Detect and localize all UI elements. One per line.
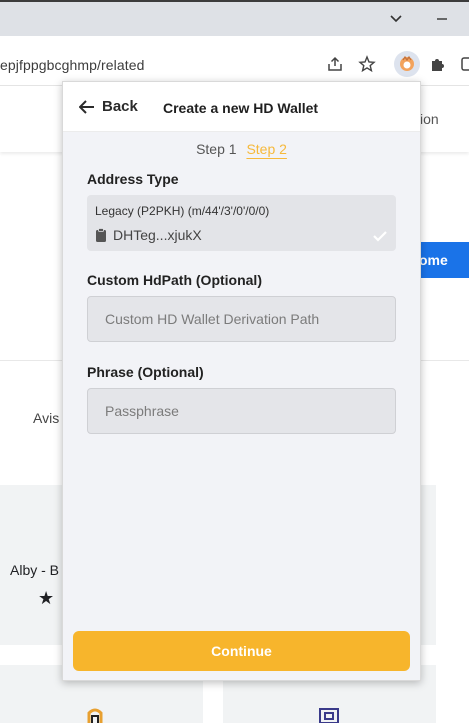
clipboard-icon[interactable] bbox=[95, 228, 107, 242]
wallet-popup: Back Create a new HD Wallet Step 1 Step … bbox=[62, 81, 421, 681]
step-2[interactable]: Step 2 bbox=[246, 141, 286, 157]
background-nav-text: ion bbox=[420, 111, 439, 127]
custom-hdpath-input[interactable] bbox=[87, 296, 396, 342]
popup-header: Back Create a new HD Wallet bbox=[63, 82, 420, 132]
address-type-option[interactable]: Legacy (P2PKH) (m/44'/3'/0'/0/0) DHTeg..… bbox=[87, 195, 396, 251]
address-type-text: Legacy (P2PKH) (m/44'/3'/0'/0/0) bbox=[95, 204, 270, 218]
custom-hdpath-label: Custom HdPath (Optional) bbox=[87, 272, 262, 288]
page-title: Create a new HD Wallet bbox=[163, 100, 319, 116]
address-value: DHTeg...xjukX bbox=[113, 227, 202, 243]
passphrase-input[interactable] bbox=[87, 388, 396, 434]
background-text-alby: Alby - B bbox=[10, 562, 60, 578]
phrase-label: Phrase (Optional) bbox=[87, 364, 204, 380]
step-1[interactable]: Step 1 bbox=[196, 141, 236, 157]
check-icon bbox=[373, 231, 387, 242]
side-panel-icon[interactable] bbox=[456, 53, 469, 75]
back-label: Back bbox=[102, 98, 138, 115]
minimize-icon[interactable] bbox=[430, 8, 454, 30]
rating-star-icon: ★ bbox=[38, 588, 55, 608]
back-button[interactable]: Back bbox=[79, 98, 138, 115]
arrow-left-icon bbox=[79, 99, 94, 114]
address-type-label: Address Type bbox=[87, 171, 179, 187]
browser-toolbar: epjfppgbcghmp/related bbox=[0, 36, 469, 86]
address-bar-url[interactable]: epjfppgbcghmp/related bbox=[0, 57, 145, 73]
share-icon[interactable] bbox=[324, 53, 346, 75]
wallet-extension-icon[interactable] bbox=[394, 51, 420, 77]
address-row: DHTeg...xjukX bbox=[95, 227, 202, 243]
background-text-avis: Avis bbox=[33, 410, 60, 426]
bookmark-star-icon[interactable] bbox=[356, 53, 378, 75]
browser-titlebar bbox=[0, 0, 469, 36]
tab-list-chevron-icon[interactable] bbox=[384, 8, 408, 30]
continue-button[interactable]: Continue bbox=[73, 631, 410, 671]
app-logo-icon bbox=[87, 708, 103, 723]
app-logo-icon bbox=[319, 708, 339, 723]
extensions-puzzle-icon[interactable] bbox=[427, 53, 449, 75]
step-indicator: Step 1 Step 2 bbox=[63, 141, 420, 157]
